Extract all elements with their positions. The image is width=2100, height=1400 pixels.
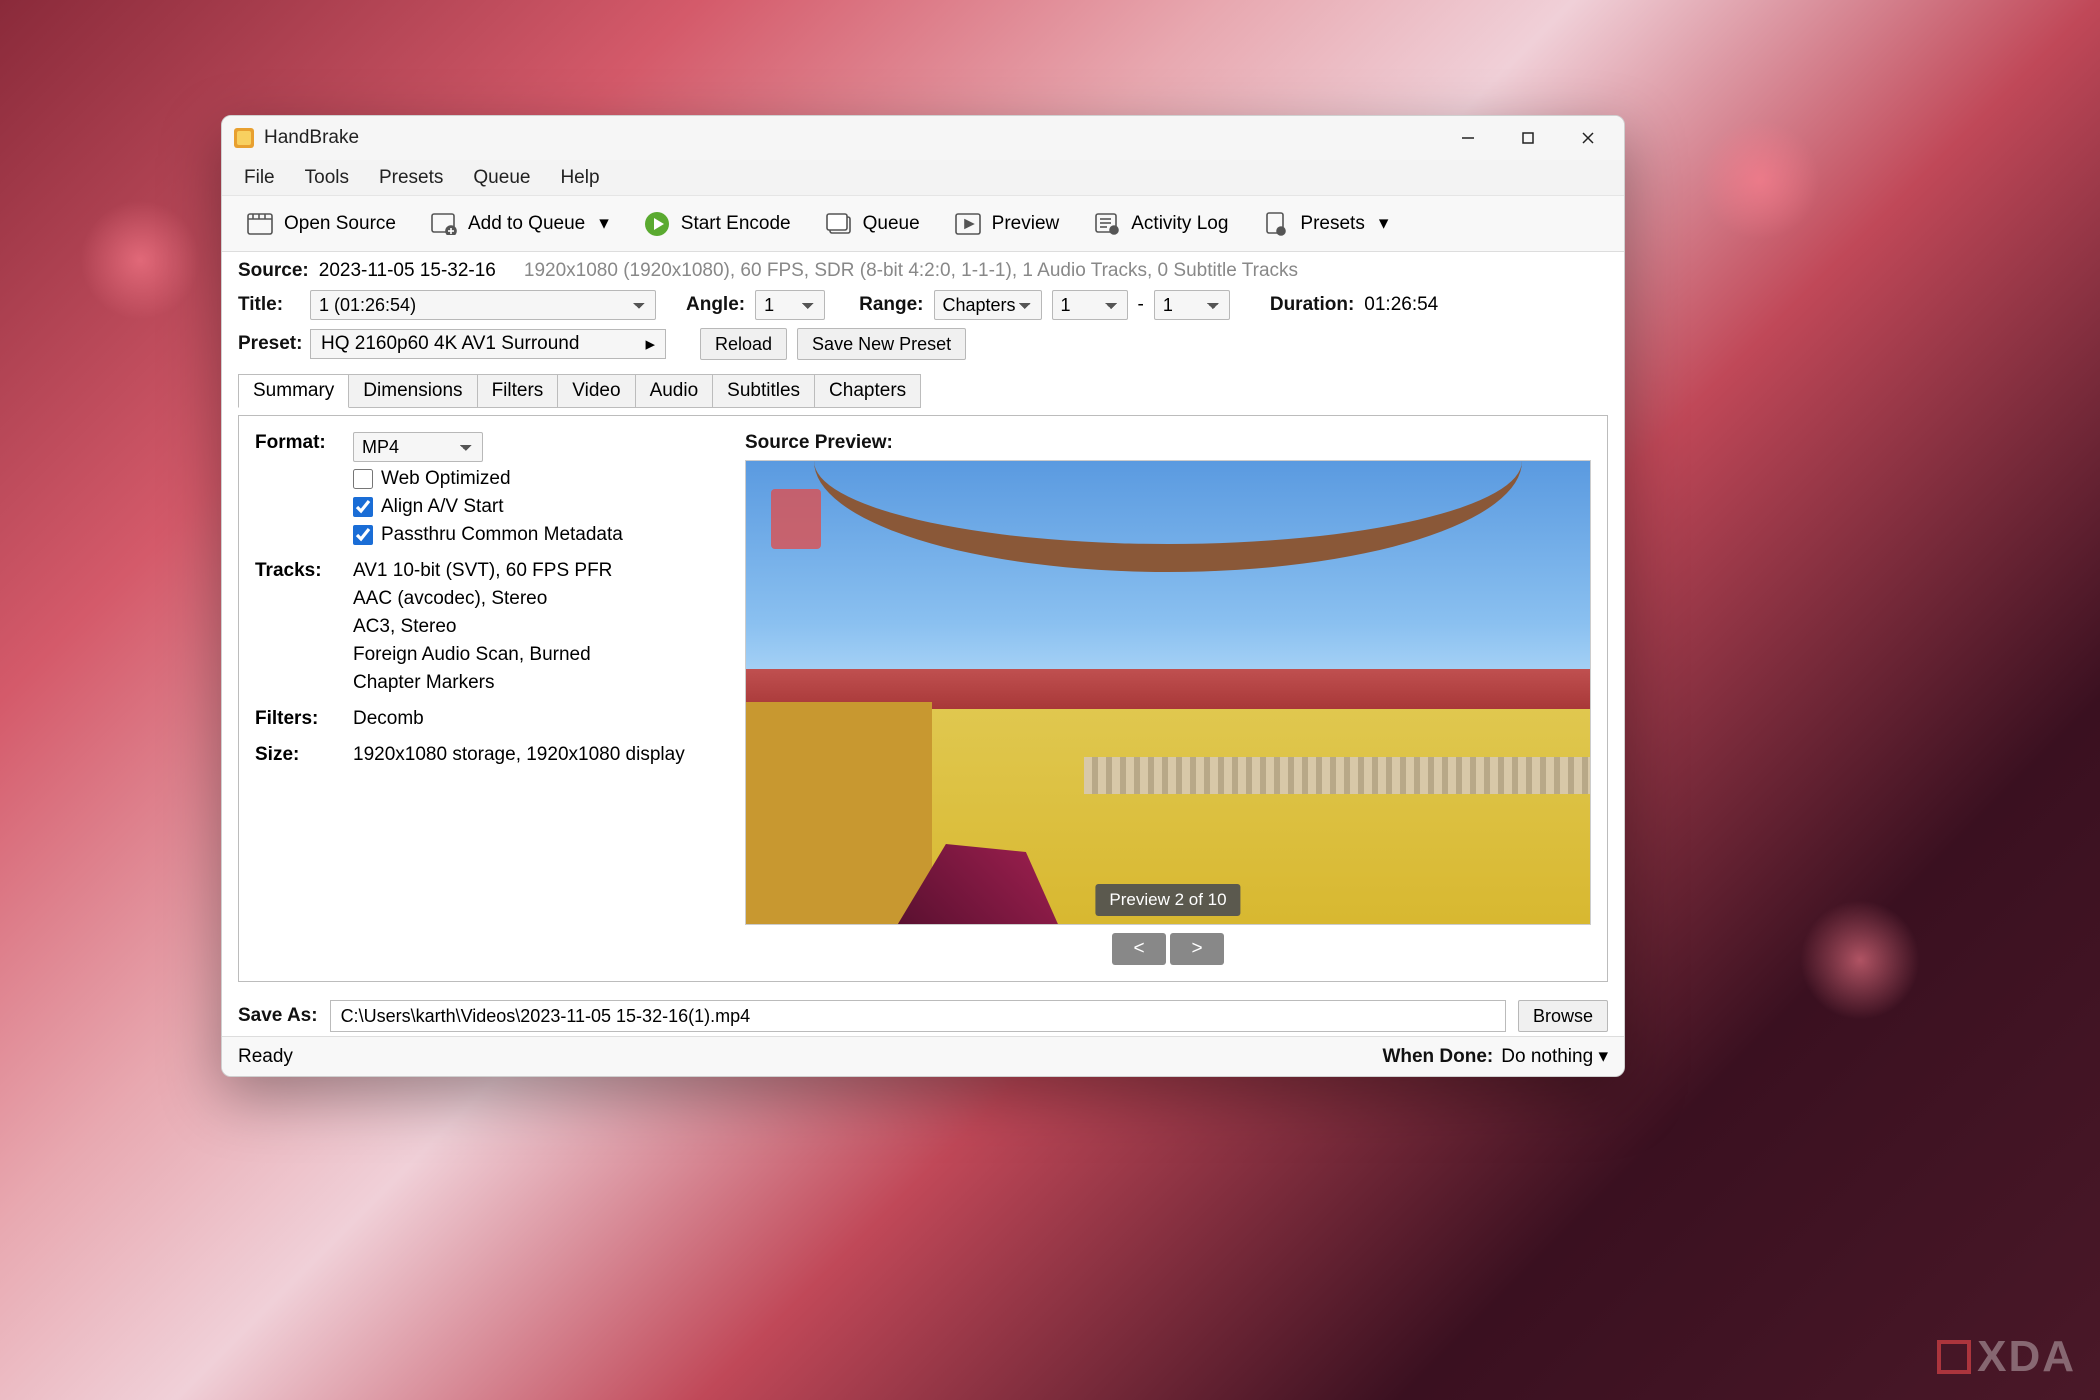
play-rect-icon — [954, 210, 982, 238]
title-label: Title: — [238, 294, 300, 316]
range-to-select[interactable]: 1 — [1154, 290, 1230, 320]
menu-tools[interactable]: Tools — [291, 163, 363, 193]
pictures-icon — [825, 210, 853, 238]
app-title: HandBrake — [264, 127, 359, 149]
filters-label: Filters: — [255, 708, 335, 730]
browse-button[interactable]: Browse — [1518, 1000, 1608, 1032]
track-line: Foreign Audio Scan, Burned — [353, 644, 715, 666]
toolbar: Open Source Add to Queue ▾ Start Encode … — [222, 196, 1624, 252]
save-as-input[interactable] — [330, 1000, 1506, 1032]
angle-label: Angle: — [686, 294, 745, 316]
menu-presets[interactable]: Presets — [365, 163, 457, 193]
save-as-label: Save As: — [238, 1005, 318, 1027]
format-label: Format: — [255, 432, 335, 546]
add-to-queue-button[interactable]: Add to Queue ▾ — [416, 204, 623, 244]
preview-image[interactable]: Preview 2 of 10 — [745, 460, 1591, 925]
tab-summary[interactable]: Summary — [238, 374, 349, 408]
app-window: HandBrake File Tools Presets Queue Help … — [221, 115, 1625, 1077]
tab-audio[interactable]: Audio — [635, 374, 714, 408]
angle-select[interactable]: 1 — [755, 290, 825, 320]
align-av-checkbox[interactable]: Align A/V Start — [353, 496, 715, 518]
save-as-row: Save As: Browse — [222, 992, 1624, 1036]
maximize-button[interactable] — [1498, 116, 1558, 160]
preview-badge: Preview 2 of 10 — [1095, 884, 1240, 916]
menu-help[interactable]: Help — [546, 163, 613, 193]
open-source-button[interactable]: Open Source — [232, 204, 410, 244]
tabs: Summary Dimensions Filters Video Audio S… — [238, 374, 1608, 408]
range-label: Range: — [859, 294, 923, 316]
preset-select[interactable]: HQ 2160p60 4K AV1 Surround ▸ — [310, 329, 666, 359]
duration-label: Duration: — [1270, 294, 1354, 316]
statusbar: Ready When Done: Do nothing ▾ — [222, 1036, 1624, 1076]
menu-queue[interactable]: Queue — [459, 163, 544, 193]
filters-value: Decomb — [353, 708, 715, 730]
tab-dimensions[interactable]: Dimensions — [348, 374, 477, 408]
track-line: Chapter Markers — [353, 672, 715, 694]
picture-add-icon — [430, 210, 458, 238]
title-select[interactable]: 1 (01:26:54) — [310, 290, 656, 320]
preset-label: Preset: — [238, 333, 300, 355]
chevron-down-icon: ▾ — [1379, 212, 1389, 235]
track-line: AAC (avcodec), Stereo — [353, 588, 715, 610]
app-icon — [234, 128, 254, 148]
start-encode-button[interactable]: Start Encode — [629, 204, 805, 244]
source-preview-label: Source Preview: — [745, 432, 1591, 454]
menubar: File Tools Presets Queue Help — [222, 160, 1624, 196]
tab-subtitles[interactable]: Subtitles — [712, 374, 815, 408]
preview-prev-button[interactable]: < — [1112, 933, 1166, 965]
play-icon — [643, 210, 671, 238]
menu-file[interactable]: File — [230, 163, 289, 193]
range-mode-select[interactable]: Chapters — [934, 290, 1042, 320]
when-done-label: When Done: — [1382, 1046, 1493, 1068]
source-row: Source: 2023-11-05 15-32-16 1920x1080 (1… — [238, 260, 1608, 282]
log-icon — [1093, 210, 1121, 238]
save-new-preset-button[interactable]: Save New Preset — [797, 328, 966, 360]
size-value: 1920x1080 storage, 1920x1080 display — [353, 744, 715, 766]
tab-video[interactable]: Video — [557, 374, 635, 408]
when-done-select[interactable]: Do nothing ▾ — [1501, 1045, 1608, 1068]
tab-pane-summary: Format: MP4 Web Optimized Align A/V Star… — [238, 415, 1608, 982]
queue-button[interactable]: Queue — [811, 204, 934, 244]
close-button[interactable] — [1558, 116, 1618, 160]
chevron-down-icon: ▾ — [599, 212, 609, 235]
film-icon — [246, 210, 274, 238]
size-label: Size: — [255, 744, 335, 766]
source-name: 2023-11-05 15-32-16 — [319, 260, 496, 282]
title-row: Title: 1 (01:26:54) Angle: 1 Range: Chap… — [238, 290, 1608, 320]
status-text: Ready — [238, 1046, 293, 1068]
source-label: Source: — [238, 260, 309, 282]
format-select[interactable]: MP4 — [353, 432, 483, 462]
tab-filters[interactable]: Filters — [477, 374, 559, 408]
passthru-metadata-checkbox[interactable]: Passthru Common Metadata — [353, 524, 715, 546]
titlebar: HandBrake — [222, 116, 1624, 160]
document-gear-icon — [1262, 210, 1290, 238]
web-optimized-checkbox[interactable]: Web Optimized — [353, 468, 715, 490]
minimize-button[interactable] — [1438, 116, 1498, 160]
presets-button[interactable]: Presets ▾ — [1248, 204, 1402, 244]
source-meta: 1920x1080 (1920x1080), 60 FPS, SDR (8-bi… — [524, 260, 1298, 282]
preset-row: Preset: HQ 2160p60 4K AV1 Surround ▸ Rel… — [238, 328, 1608, 360]
preview-button[interactable]: Preview — [940, 204, 1074, 244]
track-line: AC3, Stereo — [353, 616, 715, 638]
track-line: AV1 10-bit (SVT), 60 FPS PFR — [353, 560, 715, 582]
watermark: XDA — [1937, 1332, 2076, 1382]
duration-value: 01:26:54 — [1364, 294, 1438, 316]
tracks-label: Tracks: — [255, 560, 335, 694]
preview-next-button[interactable]: > — [1170, 933, 1224, 965]
activity-log-button[interactable]: Activity Log — [1079, 204, 1242, 244]
reload-button[interactable]: Reload — [700, 328, 787, 360]
range-from-select[interactable]: 1 — [1052, 290, 1128, 320]
tab-chapters[interactable]: Chapters — [814, 374, 921, 408]
chevron-right-icon: ▸ — [645, 333, 655, 356]
